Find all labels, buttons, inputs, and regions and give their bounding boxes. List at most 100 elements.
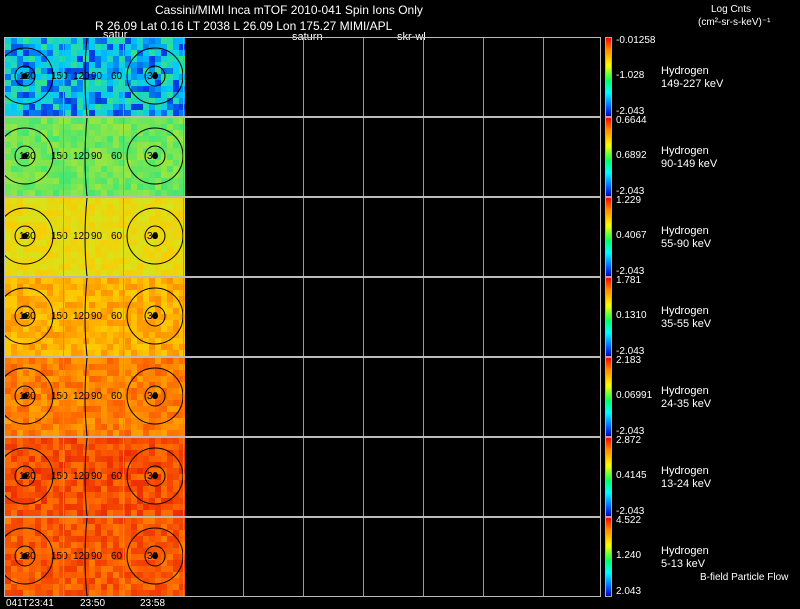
time-gridline xyxy=(243,438,244,516)
colorbar-max: 4.522 xyxy=(616,515,642,526)
time-gridline xyxy=(363,358,364,436)
angle-label: 30 xyxy=(147,471,159,482)
color-bar xyxy=(605,37,612,117)
time-gridline xyxy=(303,198,304,276)
time-gridline xyxy=(63,358,64,436)
colorbar-max: -0.01258 xyxy=(616,35,656,46)
angle-label: 60 xyxy=(111,391,123,402)
energy-label: Hydrogen 24-35 keV xyxy=(661,385,711,411)
species-name: Hydrogen xyxy=(661,305,709,317)
angle-label: 150 xyxy=(51,151,68,162)
angle-label: 90 xyxy=(91,71,103,82)
angle-label: 150 xyxy=(51,391,68,402)
colorbar-min: 2.043 xyxy=(616,586,642,597)
angle-label: 180 xyxy=(19,471,36,482)
time-gridline xyxy=(183,38,184,116)
time-gridline xyxy=(183,278,184,356)
colorbar-max: 1.781 xyxy=(616,275,642,286)
time-gridline xyxy=(183,198,184,276)
units-label-2: (cm²-sr-s-keV)⁻¹ xyxy=(698,17,771,28)
angle-label: 180 xyxy=(19,71,36,82)
time-gridline xyxy=(303,38,304,116)
colorbar-mid: 0.4067 xyxy=(616,230,647,241)
energy-panel: 180 150 120 90 60 30 xyxy=(4,117,601,197)
time-gridline xyxy=(483,278,484,356)
pitch-angle-image: 180 150 120 90 60 30 xyxy=(5,358,185,436)
units-label: Log Cnts xyxy=(711,4,752,15)
species-name: Hydrogen xyxy=(661,385,709,397)
angle-label: 60 xyxy=(111,231,123,242)
time-gridline xyxy=(123,438,124,516)
angle-label: 150 xyxy=(51,311,68,322)
pitch-angle-image: 180 150 120 90 60 30 xyxy=(5,438,185,516)
angle-label: 180 xyxy=(19,231,36,242)
bfield-label: B-field Particle Flow xyxy=(700,572,789,583)
time-gridline xyxy=(363,438,364,516)
time-gridline xyxy=(423,518,424,596)
time-gridline xyxy=(423,438,424,516)
time-gridline xyxy=(123,518,124,596)
colorbar-mid: -1.028 xyxy=(616,70,645,81)
time-gridline xyxy=(303,438,304,516)
angle-label: 60 xyxy=(111,71,123,82)
species-name: Hydrogen xyxy=(661,225,709,237)
time-gridline xyxy=(423,198,424,276)
color-bar xyxy=(605,437,612,517)
angle-label: 90 xyxy=(91,151,103,162)
time-gridline xyxy=(243,518,244,596)
colorbar-max: 2.183 xyxy=(616,355,642,366)
time-gridline xyxy=(423,358,424,436)
angle-label: 30 xyxy=(147,551,159,562)
energy-range: 90-149 keV xyxy=(661,158,718,170)
time-gridline xyxy=(483,358,484,436)
time-gridline xyxy=(183,118,184,196)
colorbar-mid: 0.1310 xyxy=(616,310,647,321)
energy-range: 5-13 keV xyxy=(661,558,706,570)
time-gridline xyxy=(423,118,424,196)
time-gridline xyxy=(363,38,364,116)
time-gridline xyxy=(63,438,64,516)
species-name: Hydrogen xyxy=(661,545,709,557)
pitch-angle-image: 180 150 120 90 60 30 xyxy=(5,38,185,116)
species-name: Hydrogen xyxy=(661,145,709,157)
time-gridline xyxy=(243,358,244,436)
time-gridline xyxy=(303,118,304,196)
angle-label: 150 xyxy=(51,471,68,482)
angle-label: 150 xyxy=(51,71,68,82)
angle-label: 30 xyxy=(147,231,159,242)
time-gridline xyxy=(63,518,64,596)
pitch-angle-image: 180 150 120 90 60 30 xyxy=(5,278,185,356)
time-gridline xyxy=(303,358,304,436)
angle-label: 30 xyxy=(147,71,159,82)
pitch-angle-image: 180 150 120 90 60 30 xyxy=(5,118,185,196)
time-gridline xyxy=(543,358,544,436)
orbit-info: R 26.09 Lat 0.16 LT 2038 L 26.09 Lon 175… xyxy=(95,19,393,33)
time-gridline xyxy=(243,118,244,196)
time-gridline xyxy=(303,518,304,596)
time-gridline xyxy=(543,118,544,196)
energy-range: 149-227 keV xyxy=(661,78,724,90)
time-gridline xyxy=(483,198,484,276)
plot-title: Cassini/MIMI Inca mTOF 2010-041 Spin Ion… xyxy=(155,3,423,17)
angle-label: 120 xyxy=(73,551,90,562)
time-gridline xyxy=(483,118,484,196)
color-bar xyxy=(605,357,612,437)
time-gridline xyxy=(63,38,64,116)
energy-range: 55-90 keV xyxy=(661,238,712,250)
energy-label: Hydrogen 35-55 keV xyxy=(661,305,711,331)
colorbar-mid: 1.240 xyxy=(616,550,642,561)
time-gridline xyxy=(243,38,244,116)
angle-label: 30 xyxy=(147,391,159,402)
time-gridline xyxy=(363,118,364,196)
angle-label: 180 xyxy=(19,391,36,402)
pitch-angle-image: 180 150 120 90 60 30 xyxy=(5,198,185,276)
energy-label: Hydrogen 13-24 keV xyxy=(661,465,711,491)
time-gridline xyxy=(363,518,364,596)
time-gridline xyxy=(483,438,484,516)
time-gridline xyxy=(123,118,124,196)
colorbar-max: 0.6644 xyxy=(616,115,647,126)
species-name: Hydrogen xyxy=(661,465,709,477)
angle-label: 120 xyxy=(73,471,90,482)
angle-label: 120 xyxy=(73,311,90,322)
time-label-3: 23:58 xyxy=(140,598,166,609)
